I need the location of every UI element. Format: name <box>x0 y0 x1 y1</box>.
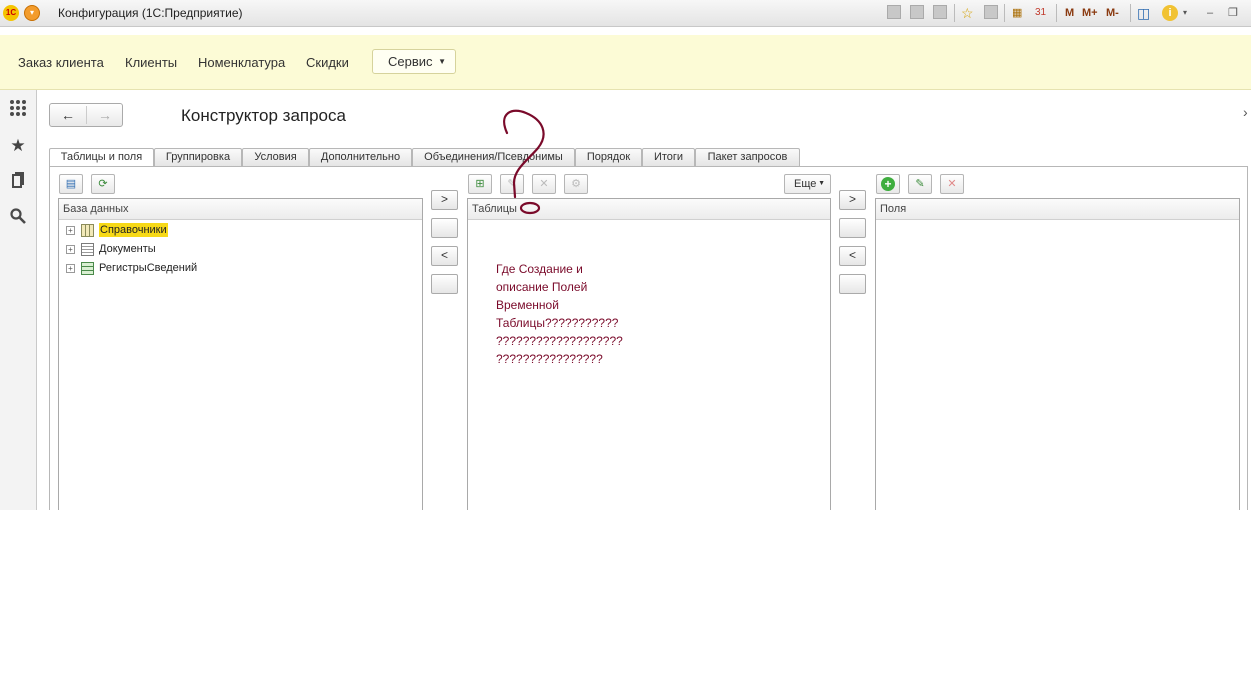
fields-move-all-left-button[interactable] <box>839 274 866 294</box>
section-zakaz-klienta[interactable]: Заказ клиента <box>18 55 104 70</box>
delete-field-icon[interactable]: ✕ <box>940 174 964 194</box>
plus-icon: + <box>881 177 895 191</box>
chevron-down-icon: ▼ <box>818 180 825 187</box>
delete-icon[interactable]: ✕ <box>532 174 556 194</box>
open-query-icon[interactable]: ▤ <box>59 174 83 194</box>
catalog-icon <box>81 223 94 237</box>
forward-arrow-icon[interactable]: → <box>87 105 123 125</box>
toolbar-separator <box>1056 4 1057 22</box>
section-skidki[interactable]: Скидки <box>306 55 349 70</box>
save-icon[interactable] <box>887 5 901 21</box>
fields-header: Поля <box>876 199 1239 220</box>
document-icon <box>81 242 94 256</box>
section-klienty[interactable]: Клиенты <box>125 55 177 70</box>
tree-item-catalogs[interactable]: + Справочники <box>66 221 168 239</box>
expand-icon[interactable]: + <box>66 225 75 235</box>
toolbar-separator <box>1130 4 1131 22</box>
tree-item-documents[interactable]: + Документы <box>66 240 156 258</box>
preview-icon[interactable] <box>933 5 947 21</box>
memory-mplus-button[interactable]: M+ <box>1082 5 1098 21</box>
tree-item-label: Документы <box>99 243 156 255</box>
history-icon[interactable] <box>8 172 28 192</box>
register-icon <box>81 261 94 275</box>
move-right-button[interactable]: > <box>431 190 458 210</box>
tab-batch-queries[interactable]: Пакет запросов <box>695 148 800 166</box>
move-all-left-button[interactable] <box>431 274 458 294</box>
move-all-right-button[interactable] <box>431 218 458 238</box>
1c-logo-icon[interactable]: 1С <box>3 5 19 21</box>
search-icon[interactable] <box>8 208 28 228</box>
minimize-icon[interactable]: – <box>1207 5 1213 21</box>
more-dropdown-button[interactable]: Еще ▼ <box>784 174 831 194</box>
app-window: 1С ▾ Конфигурация (1С:Предприятие) ☆ ▦ 3… <box>0 0 1251 510</box>
service-label: Сервис <box>388 54 433 69</box>
service-dropdown-button[interactable]: Сервис ▼ <box>372 49 456 74</box>
database-tree[interactable]: База данных + Справочники + Документы + Рег… <box>58 198 423 510</box>
favorites-star-icon[interactable]: ★ <box>8 136 28 156</box>
info-icon[interactable]: i <box>1162 5 1178 21</box>
calendar-icon[interactable]: 31 <box>1035 5 1046 21</box>
chevron-down-icon: ▼ <box>438 57 446 66</box>
sections-panel: Заказ клиента Клиенты Номенклатура Скидк… <box>0 35 1251 90</box>
fields-list[interactable]: Поля <box>875 198 1240 510</box>
favorites-star-icon[interactable]: ☆ <box>961 5 974 21</box>
add-field-button[interactable]: + <box>876 174 900 194</box>
tab-conditions[interactable]: Условия <box>242 148 309 166</box>
tab-additional[interactable]: Дополнительно <box>309 148 412 166</box>
info-dropdown-icon[interactable]: ▾ <box>1183 5 1187 21</box>
section-nomenklatura[interactable]: Номенклатура <box>198 55 285 70</box>
toolbar-separator <box>954 4 955 22</box>
tab-order[interactable]: Порядок <box>575 148 642 166</box>
main-menu-dropdown-icon[interactable]: ▾ <box>24 5 40 21</box>
navigation-buttons: ← → <box>49 103 123 127</box>
memory-mminus-button[interactable]: M- <box>1106 5 1119 21</box>
tab-totals[interactable]: Итоги <box>642 148 695 166</box>
expand-icon[interactable]: + <box>66 244 75 254</box>
database-header: База данных <box>59 199 422 220</box>
toolbar-separator <box>1004 4 1005 22</box>
calculator-icon[interactable]: ▦ <box>1012 5 1022 21</box>
apps-grid-icon[interactable] <box>8 99 28 119</box>
history-icon[interactable] <box>984 5 998 21</box>
window-title: Конфигурация (1С:Предприятие) <box>58 6 243 20</box>
settings-gear-icon[interactable]: ⚙ <box>564 174 588 194</box>
expand-icon[interactable]: + <box>66 263 75 273</box>
fields-move-left-button[interactable]: < <box>839 246 866 266</box>
restore-icon[interactable]: ❐ <box>1228 5 1238 21</box>
back-arrow-icon[interactable]: ← <box>50 105 86 125</box>
tab-grouping[interactable]: Группировка <box>154 148 242 166</box>
print-icon[interactable] <box>910 5 924 21</box>
panels-icon[interactable]: ◫ <box>1137 5 1150 21</box>
move-left-button[interactable]: < <box>431 246 458 266</box>
edit-field-pencil-icon[interactable]: ✎ <box>908 174 932 194</box>
chevron-right-icon[interactable]: › <box>1243 104 1248 120</box>
add-table-icon[interactable]: ⊞ <box>468 174 492 194</box>
fields-move-all-right-button[interactable] <box>839 218 866 238</box>
edit-pencil-icon[interactable]: ✎ <box>500 174 524 194</box>
fields-move-right-button[interactable]: > <box>839 190 866 210</box>
tab-tables-and-fields[interactable]: Таблицы и поля <box>49 148 154 167</box>
tree-item-label: Справочники <box>99 223 168 237</box>
annotation-note: Где Создание и описание Полей Временной … <box>496 262 623 366</box>
title-bar: 1С ▾ Конфигурация (1С:Предприятие) ☆ ▦ 3… <box>0 0 1251 27</box>
refresh-database-icon[interactable]: ⟳ <box>91 174 115 194</box>
tables-header: Таблицы <box>468 199 830 220</box>
page-title: Конструктор запроса <box>181 106 346 125</box>
tab-unions-aliases[interactable]: Объединения/Псевдонимы <box>412 148 575 166</box>
memory-m-button[interactable]: M <box>1065 5 1074 21</box>
tree-item-info-registers[interactable]: + РегистрыСведений <box>66 259 197 277</box>
tree-item-label: РегистрыСведений <box>99 262 198 274</box>
left-panel: ★ <box>0 90 37 510</box>
more-label: Еще <box>794 178 817 190</box>
